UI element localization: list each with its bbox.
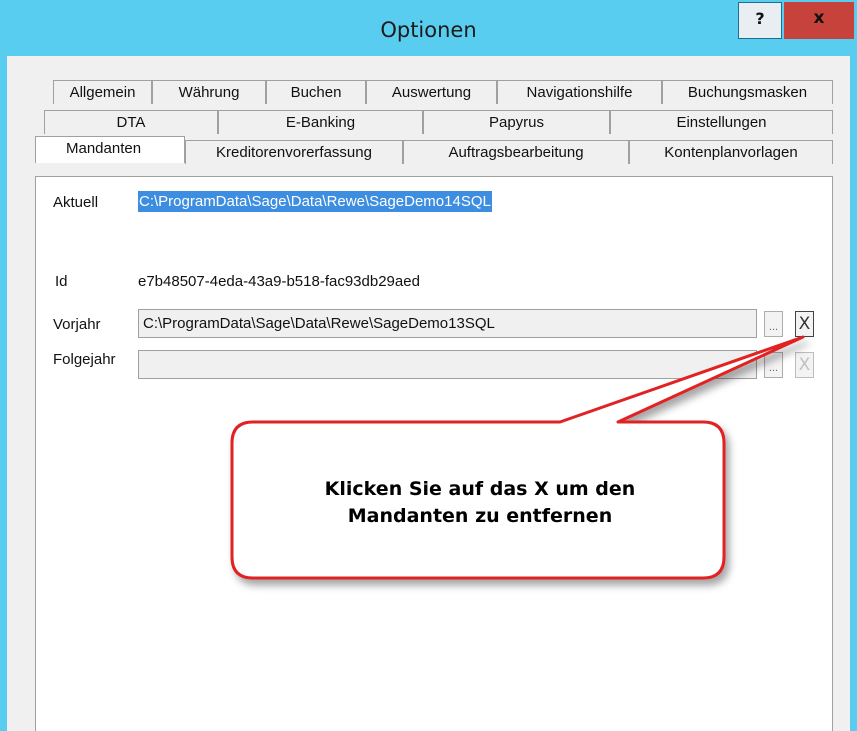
callout-balloon [230,335,805,580]
callout-text: Klicken Sie auf das X um den Mandanten z… [250,476,710,530]
callout-line-1: Klicken Sie auf das X um den [324,478,636,500]
options-dialog: Optionen ? x Allgemein Währung Buchen Au… [0,0,857,731]
callout-line-2: Mandanten zu entfernen [347,505,613,527]
